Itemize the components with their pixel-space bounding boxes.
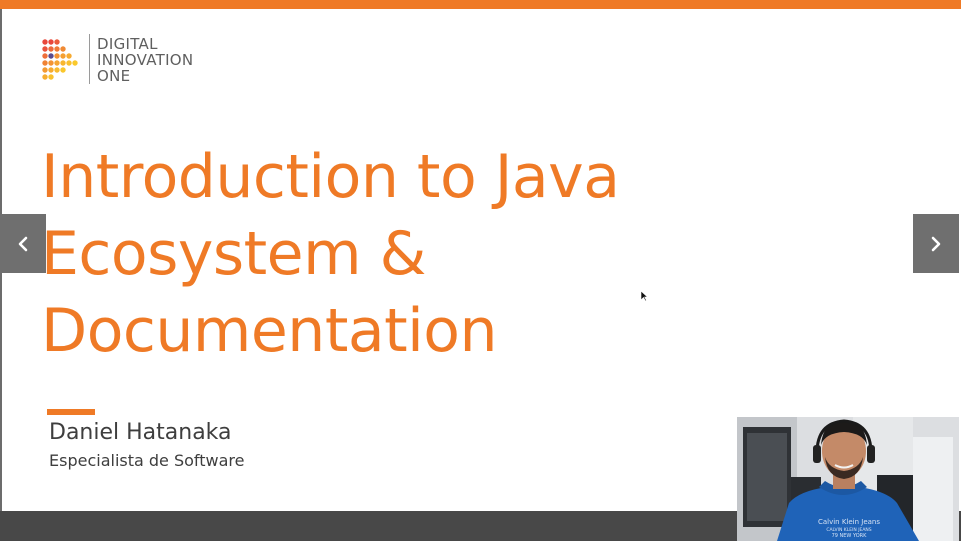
presenter-video: Calvin Klein Jeans CALVIN KLEIN JEANS 79… <box>737 417 959 541</box>
brand-line-1: DIGITAL <box>97 35 158 53</box>
brand-line-2: INNOVATION <box>97 51 194 69</box>
chevron-right-icon <box>931 236 941 251</box>
webcam-overlay: Calvin Klein Jeans CALVIN KLEIN JEANS 79… <box>737 417 959 541</box>
shirt-text-1: Calvin Klein Jeans <box>818 518 880 526</box>
logo-divider <box>89 34 90 84</box>
mouse-cursor-icon <box>640 290 648 302</box>
top-accent-bar <box>0 0 961 9</box>
previous-slide-button[interactable] <box>0 214 46 273</box>
brand-line-3: ONE <box>97 67 131 85</box>
slide-title: Introduction to Java Ecosystem & Documen… <box>41 139 620 370</box>
slide-title-line-2: Ecosystem & <box>41 219 426 289</box>
slide-viewer: DIGITAL INNOVATION ONE Introduction to J… <box>0 0 961 541</box>
shirt-text-3: 79 NEW YORK <box>832 533 868 539</box>
next-slide-button[interactable] <box>913 214 959 273</box>
brand-wordmark: DIGITAL INNOVATION ONE <box>97 36 193 84</box>
slide-title-line-1: Introduction to Java <box>41 142 620 212</box>
presenter-name: Daniel Hatanaka <box>49 420 232 445</box>
chevron-left-icon <box>18 236 28 251</box>
presenter-role: Especialista de Software <box>49 451 245 470</box>
presenter-accent-bar <box>47 409 95 415</box>
brand-logo-icon <box>42 39 78 80</box>
slide-title-line-3: Documentation <box>41 296 498 366</box>
brand-logo: DIGITAL INNOVATION ONE <box>40 34 230 88</box>
